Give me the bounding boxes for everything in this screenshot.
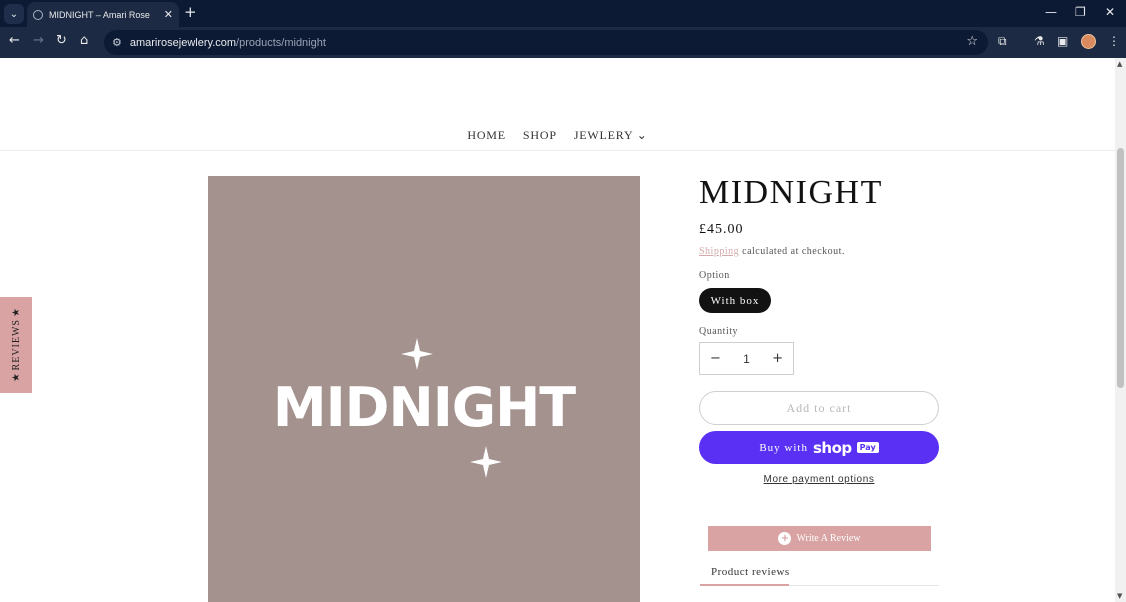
menu-icon[interactable]: ⋮ — [1108, 34, 1120, 48]
url-path: /products/midnight — [236, 36, 326, 49]
labs-icon[interactable]: ⚗ — [1034, 34, 1045, 48]
page-scrollbar[interactable]: ▲ ▼ — [1115, 58, 1126, 602]
site-settings-icon[interactable]: ⚙ — [112, 36, 122, 49]
product-price: £45.00 — [699, 222, 744, 237]
forward-button[interactable]: → — [33, 33, 44, 48]
plus-icon: + — [778, 532, 792, 545]
url-host: amarirosejewlery.com — [129, 36, 237, 49]
extensions-icon[interactable]: ⧉ — [998, 34, 1007, 49]
reviews-side-tab[interactable]: ★ REVIEWS ★ — [0, 297, 32, 393]
browser-tab-bar: ⌄ MIDNIGHT – Amari Rose ✕ + — ❐ ✕ — [0, 0, 1126, 27]
decrease-quantity-button[interactable]: − — [710, 351, 721, 366]
active-tab-indicator — [700, 584, 789, 586]
scroll-up-icon[interactable]: ▲ — [1117, 60, 1122, 68]
close-window-button[interactable]: ✕ — [1105, 5, 1115, 19]
shop-logo: shop — [812, 438, 852, 457]
restore-button[interactable]: ❐ — [1075, 5, 1086, 19]
new-tab-button[interactable]: + — [184, 3, 197, 21]
nav-home[interactable]: HOME — [467, 128, 506, 143]
tab-search-button[interactable]: ⌄ — [4, 4, 24, 24]
home-button[interactable]: ⌂ — [80, 33, 88, 48]
back-button[interactable]: ← — [9, 33, 20, 48]
bookmark-star-icon[interactable]: ☆ — [966, 34, 978, 49]
tab-title: MIDNIGHT – Amari Rose — [49, 9, 150, 20]
tab-product-reviews[interactable]: Product reviews — [711, 566, 790, 578]
close-tab-icon[interactable]: ✕ — [164, 8, 173, 21]
address-bar[interactable]: ⚙ amarirosejewlery.com/products/midnight… — [104, 30, 988, 55]
browser-toolbar: ← → ↻ ⌂ ⚙ amarirosejewlery.com/products/… — [0, 27, 1126, 58]
shipping-note: Shipping calculated at checkout. — [699, 246, 845, 257]
profile-avatar[interactable] — [1081, 34, 1096, 49]
add-to-cart-button[interactable]: Add to cart — [699, 391, 939, 425]
nav-jewlery[interactable]: JEWLERY ⌄ — [574, 128, 648, 143]
sparkle-icon — [470, 446, 502, 478]
shipping-text: calculated at checkout. — [739, 246, 845, 257]
star-icon: ★ — [10, 308, 22, 317]
globe-icon — [33, 9, 43, 20]
more-payment-link[interactable]: More payment options — [764, 474, 875, 485]
tabs-divider — [789, 585, 939, 586]
product-image-text: MIDNIGHT — [272, 376, 576, 439]
buy-with-shop-pay-button[interactable]: Buy with shop Pay — [699, 431, 939, 464]
reload-button[interactable]: ↻ — [56, 33, 67, 48]
product-title: MIDNIGHT — [699, 174, 883, 211]
reviews-tab-label: REVIEWS — [10, 319, 22, 371]
write-review-label: Write A Review — [796, 533, 861, 544]
browser-tab[interactable]: MIDNIGHT – Amari Rose ✕ — [27, 2, 179, 27]
more-payment-options: More payment options — [699, 474, 939, 485]
quantity-value[interactable]: 1 — [743, 352, 750, 366]
star-icon: ★ — [10, 373, 22, 382]
buy-with-label: Buy with — [759, 441, 808, 454]
side-panel-icon[interactable]: ▣ — [1057, 34, 1068, 48]
minimize-button[interactable]: — — [1045, 5, 1057, 19]
shipping-link[interactable]: Shipping — [699, 246, 739, 257]
option-label: Option — [699, 270, 730, 281]
scroll-down-icon[interactable]: ▼ — [1117, 592, 1122, 600]
option-with-box[interactable]: With box — [699, 288, 771, 313]
product-image[interactable]: MIDNIGHT — [208, 176, 640, 602]
scrollbar-thumb[interactable] — [1117, 148, 1124, 388]
sparkle-icon — [401, 338, 433, 370]
nav-shop[interactable]: SHOP — [523, 128, 557, 143]
write-review-button[interactable]: + Write A Review — [708, 526, 931, 551]
site-navigation: HOME SHOP JEWLERY ⌄ — [0, 128, 1115, 143]
pay-logo: Pay — [856, 442, 879, 453]
increase-quantity-button[interactable]: + — [772, 351, 783, 366]
header-divider — [0, 150, 1115, 151]
quantity-stepper: − 1 + — [699, 342, 794, 375]
quantity-label: Quantity — [699, 326, 738, 337]
